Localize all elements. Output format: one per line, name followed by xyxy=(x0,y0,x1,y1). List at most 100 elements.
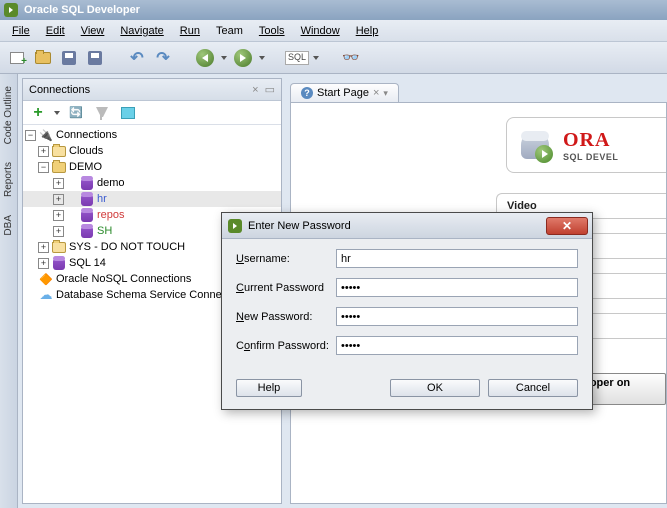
nav-back-dropdown[interactable] xyxy=(220,47,228,69)
filter-button[interactable] xyxy=(91,102,113,124)
save-all-icon xyxy=(88,51,102,65)
left-rail: Code Outline Reports DBA xyxy=(0,74,18,508)
database-logo-icon xyxy=(517,125,557,165)
sql-worksheet-dropdown[interactable] xyxy=(312,47,320,69)
current-password-label: Current Password xyxy=(236,282,336,294)
find-button[interactable] xyxy=(340,47,362,69)
open-icon xyxy=(35,52,51,64)
refresh-button[interactable] xyxy=(65,102,87,124)
connections-close-icon[interactable]: × xyxy=(252,84,258,96)
tree-hr-conn[interactable]: + hr xyxy=(23,191,281,207)
expand-icon[interactable]: + xyxy=(53,178,64,189)
toolbar: SQL xyxy=(0,42,667,74)
save-icon xyxy=(62,51,76,65)
expand-icon[interactable]: + xyxy=(53,226,64,237)
sql-worksheet-button[interactable]: SQL xyxy=(286,47,308,69)
menu-help[interactable]: Help xyxy=(348,23,387,39)
redo-button[interactable] xyxy=(152,47,174,69)
connections-icon xyxy=(38,129,54,142)
start-page-icon xyxy=(301,87,313,99)
database-icon xyxy=(79,224,95,238)
add-connection-dropdown[interactable] xyxy=(53,102,61,124)
dialog-titlebar[interactable]: Enter New Password ✕ xyxy=(222,213,592,239)
folder-icon xyxy=(51,146,67,157)
menu-navigate[interactable]: Navigate xyxy=(112,23,171,39)
username-label: Username: xyxy=(236,253,336,265)
nav-forward-dropdown[interactable] xyxy=(258,47,266,69)
menu-run[interactable]: Run xyxy=(172,23,208,39)
menu-bar: File Edit View Navigate Run Team Tools W… xyxy=(0,20,667,42)
expand-icon[interactable]: + xyxy=(53,210,64,221)
database-icon xyxy=(79,208,95,222)
rail-code-outline[interactable]: Code Outline xyxy=(2,78,15,152)
menu-file[interactable]: File xyxy=(4,23,38,39)
menu-window[interactable]: Window xyxy=(293,23,348,39)
undo-button[interactable] xyxy=(126,47,148,69)
tree-demo-folder[interactable]: − DEMO xyxy=(23,159,281,175)
database-icon xyxy=(79,176,95,190)
menu-edit[interactable]: Edit xyxy=(38,23,73,39)
connections-title: Connections xyxy=(29,84,90,96)
plus-icon: + xyxy=(33,104,42,122)
oracle-brand: ORA xyxy=(563,129,618,152)
menu-view[interactable]: View xyxy=(73,23,113,39)
dialog-buttons: Help OK Cancel xyxy=(222,375,592,409)
menu-team[interactable]: Team xyxy=(208,23,251,39)
tree-clouds[interactable]: + Clouds xyxy=(23,143,281,159)
title-bar: Oracle SQL Developer xyxy=(0,0,667,20)
tab-start-page[interactable]: Start Page × ▾ xyxy=(290,83,399,102)
close-tab-icon[interactable]: × xyxy=(373,87,379,99)
enter-password-dialog: Enter New Password ✕ Username: Current P… xyxy=(221,212,593,410)
expand-icon[interactable]: + xyxy=(38,258,49,269)
nav-back-button[interactable] xyxy=(194,47,216,69)
menu-tools[interactable]: Tools xyxy=(251,23,293,39)
tree-demo-conn[interactable]: + demo xyxy=(23,175,281,191)
tab-bar: Start Page × ▾ xyxy=(286,78,667,102)
dialog-app-icon xyxy=(228,219,242,233)
product-name: SQL DEVEL xyxy=(563,152,618,162)
new-button[interactable] xyxy=(6,47,28,69)
nosql-icon xyxy=(38,273,54,286)
dialog-title: Enter New Password xyxy=(248,220,351,232)
ok-button[interactable]: OK xyxy=(390,379,480,397)
rail-dba[interactable]: DBA xyxy=(2,207,15,244)
sql-worksheet-icon: SQL xyxy=(285,51,309,65)
confirm-password-input[interactable] xyxy=(336,336,578,355)
refresh-icon xyxy=(69,106,83,119)
connections-header: Connections × ▭ xyxy=(23,79,281,101)
connections-toolbar: + xyxy=(23,101,281,125)
app-title: Oracle SQL Developer xyxy=(24,4,140,16)
nav-forward-button[interactable] xyxy=(232,47,254,69)
expand-icon[interactable]: + xyxy=(38,146,49,157)
folder-icon xyxy=(51,242,67,253)
new-password-input[interactable] xyxy=(336,307,578,326)
username-input[interactable] xyxy=(336,249,578,268)
help-button[interactable]: Help xyxy=(236,379,302,397)
funnel-icon xyxy=(96,107,108,119)
new-file-icon xyxy=(10,52,24,64)
oracle-logo-card: ORA SQL DEVEL xyxy=(506,117,666,173)
dialog-close-button[interactable]: ✕ xyxy=(546,217,588,235)
collapse-icon[interactable]: − xyxy=(25,130,36,141)
save-all-button[interactable] xyxy=(84,47,106,69)
app-icon xyxy=(4,3,18,17)
connections-minimize-icon[interactable]: ▭ xyxy=(265,83,275,96)
nav-forward-icon xyxy=(234,49,252,67)
tab-dropdown-icon[interactable]: ▾ xyxy=(383,88,388,99)
nav-back-icon xyxy=(196,49,214,67)
cancel-button[interactable]: Cancel xyxy=(488,379,578,397)
expand-icon[interactable]: + xyxy=(53,194,64,205)
folder-open-icon xyxy=(51,162,67,173)
save-button[interactable] xyxy=(58,47,80,69)
current-password-input[interactable] xyxy=(336,278,578,297)
find-icon xyxy=(342,49,359,66)
add-connection-button[interactable]: + xyxy=(27,102,49,124)
tree-connections[interactable]: − Connections xyxy=(23,127,281,143)
rail-reports[interactable]: Reports xyxy=(2,154,15,205)
expand-icon[interactable]: + xyxy=(38,242,49,253)
collapse-icon[interactable]: − xyxy=(38,162,49,173)
wrap-icon xyxy=(121,107,135,119)
open-button[interactable] xyxy=(32,47,54,69)
wrap-button[interactable] xyxy=(117,102,139,124)
database-icon xyxy=(79,192,95,206)
